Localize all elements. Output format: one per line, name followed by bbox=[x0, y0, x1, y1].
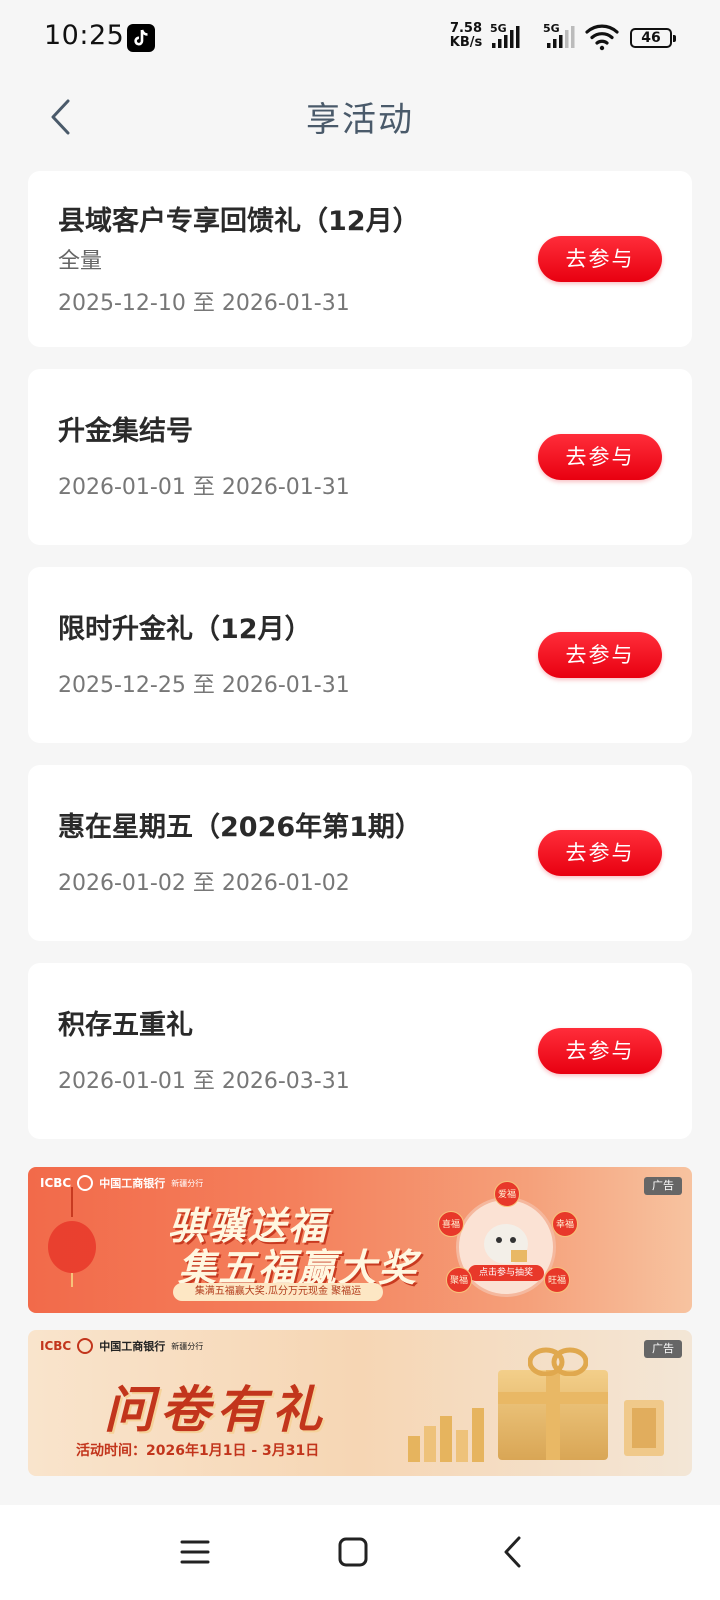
bank-branch: 新疆分行 bbox=[171, 1341, 204, 1351]
banner-activity-time: 活动时间：2026年1月1日 - 3月31日 bbox=[76, 1443, 320, 1459]
activity-title: 惠在星期五（2026年第1期） bbox=[58, 812, 422, 843]
fu-token: 喜福 bbox=[438, 1211, 464, 1237]
bank-branch: 新疆分行 bbox=[171, 1178, 204, 1188]
gift-bow-icon bbox=[528, 1347, 588, 1376]
join-button[interactable]: 去参与 bbox=[538, 632, 662, 678]
bank-name: 中国工商银行 bbox=[99, 1340, 166, 1353]
activity-date-range: 2026-01-01 至 2026-03-31 bbox=[58, 1069, 350, 1094]
system-back-button[interactable] bbox=[488, 1527, 538, 1577]
banner-tagline: 集满五福赢大奖.瓜分万元现金 聚福运 bbox=[173, 1283, 383, 1301]
activity-card[interactable]: 县域客户专享回馈礼（12月） 全量 2025-12-10 至 2026-01-3… bbox=[28, 171, 692, 347]
join-button[interactable]: 去参与 bbox=[538, 1028, 662, 1074]
fu-token: 幸福 bbox=[552, 1211, 578, 1237]
recent-apps-button[interactable] bbox=[170, 1527, 220, 1577]
network-speed-unit: KB/s bbox=[449, 35, 483, 50]
ad-badge: 广告 bbox=[644, 1177, 682, 1195]
activity-date-range: 2026-01-02 至 2026-01-02 bbox=[58, 871, 350, 896]
battery-indicator: 46 bbox=[630, 28, 676, 48]
activity-date-range: 2025-12-10 至 2026-01-31 bbox=[58, 291, 350, 316]
page-title: 享活动 bbox=[306, 100, 414, 140]
gift-ribbon bbox=[546, 1370, 560, 1460]
lantern-icon bbox=[48, 1187, 96, 1287]
activity-title: 升金集结号 bbox=[58, 416, 193, 447]
join-button[interactable]: 去参与 bbox=[538, 830, 662, 876]
tiktok-icon bbox=[127, 24, 155, 52]
ad-badge: 广告 bbox=[644, 1340, 682, 1358]
banner-cta[interactable]: 点击参与抽奖 bbox=[468, 1265, 544, 1281]
bank-name: 中国工商银行 bbox=[99, 1177, 166, 1190]
gift-ribbon bbox=[498, 1392, 608, 1404]
fu-token: 聚福 bbox=[446, 1267, 472, 1293]
menu-icon bbox=[180, 1540, 210, 1564]
activity-card[interactable]: 积存五重礼 2026-01-01 至 2026-03-31 去参与 bbox=[28, 963, 692, 1139]
icbc-mark-icon bbox=[77, 1338, 94, 1354]
status-bar: 10:25 7.58 KB/s 5G 5G 46 bbox=[0, 0, 720, 78]
wifi-icon bbox=[585, 23, 619, 55]
activity-date-range: 2025-12-25 至 2026-01-31 bbox=[58, 673, 350, 698]
activity-title: 积存五重礼 bbox=[58, 1010, 193, 1041]
fu-token: 旺福 bbox=[544, 1267, 570, 1293]
activity-title: 县域客户专享回馈礼（12月） bbox=[58, 206, 420, 237]
join-button[interactable]: 去参与 bbox=[538, 434, 662, 480]
network-speed: 7.58 KB/s bbox=[446, 22, 486, 50]
status-time: 10:25 bbox=[44, 20, 125, 51]
back-chevron-icon bbox=[504, 1536, 521, 1568]
activity-card[interactable]: 升金集结号 2026-01-01 至 2026-01-31 去参与 bbox=[28, 369, 692, 545]
promo-banner-five-blessings[interactable]: ICBC 中国工商银行 新疆分行 广告 骐骥送福 集五福赢大奖 集满五福赢大奖.… bbox=[28, 1167, 692, 1313]
gold-ingot-icon bbox=[624, 1400, 664, 1456]
join-button[interactable]: 去参与 bbox=[538, 236, 662, 282]
icbc-logo-text: ICBC bbox=[40, 1339, 72, 1353]
activity-date-range: 2026-01-01 至 2026-01-31 bbox=[58, 475, 350, 500]
system-nav-bar bbox=[0, 1505, 720, 1600]
activity-title: 限时升金礼（12月） bbox=[58, 614, 312, 645]
fu-token: 爱福 bbox=[494, 1181, 520, 1207]
home-button[interactable] bbox=[328, 1527, 378, 1577]
activity-subtitle: 全量 bbox=[58, 249, 103, 274]
activity-card[interactable]: 限时升金礼（12月） 2025-12-25 至 2026-01-31 去参与 bbox=[28, 567, 692, 743]
page-header: 享活动 bbox=[0, 78, 720, 158]
banner-headline: 问卷有礼 bbox=[104, 1381, 328, 1439]
activity-card[interactable]: 惠在星期五（2026年第1期） 2026-01-02 至 2026-01-02 … bbox=[28, 765, 692, 941]
gold-bars-icon bbox=[408, 1408, 484, 1462]
network-speed-value: 7.58 bbox=[449, 21, 483, 36]
home-square-icon bbox=[338, 1537, 368, 1567]
icbc-logo: ICBC 中国工商银行 新疆分行 bbox=[40, 1338, 203, 1354]
promo-banner-survey[interactable]: ICBC 中国工商银行 新疆分行 广告 问卷有礼 活动时间：2026年1月1日 … bbox=[28, 1330, 692, 1476]
